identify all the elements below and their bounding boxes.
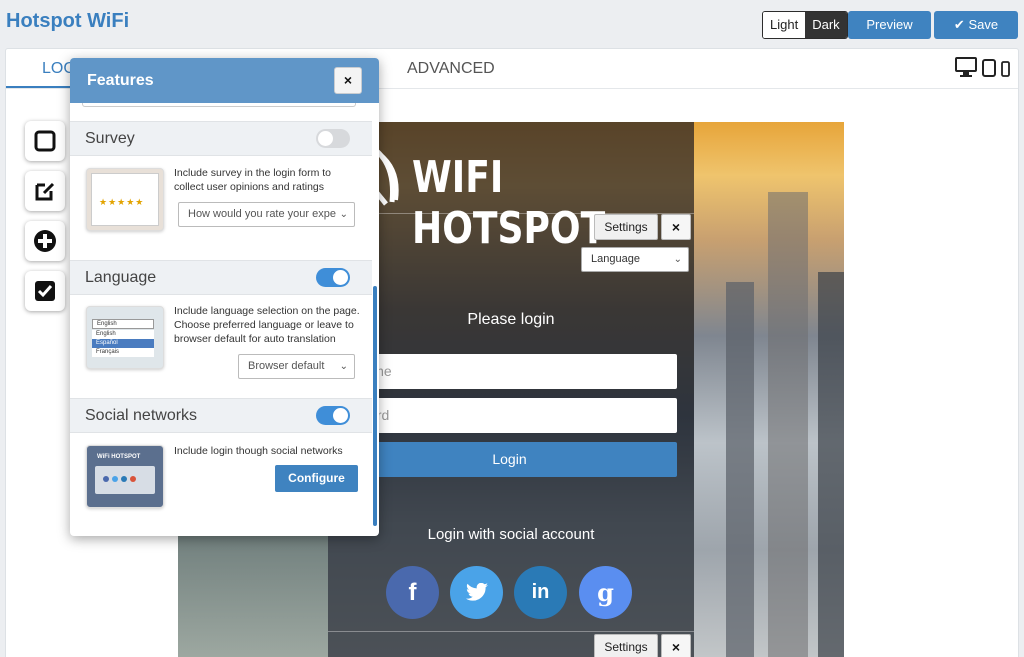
linkedin-icon: in bbox=[531, 581, 550, 603]
survey-description: Include survey in the login form to coll… bbox=[174, 167, 331, 193]
features-close-button[interactable]: × bbox=[334, 67, 362, 94]
social-close-button[interactable]: × bbox=[661, 634, 691, 657]
social-settings-button[interactable]: Settings bbox=[594, 634, 658, 657]
building-shape bbox=[726, 282, 754, 657]
previous-section-edge bbox=[82, 103, 356, 107]
facebook-login-button[interactable]: f bbox=[386, 566, 439, 619]
features-header: Features × bbox=[70, 58, 379, 103]
theme-dark-option[interactable]: Dark bbox=[805, 12, 847, 38]
chevron-down-icon: ⌄ bbox=[673, 254, 682, 265]
google-icon: g bbox=[597, 578, 614, 607]
twitter-login-button[interactable] bbox=[450, 566, 503, 619]
tablet-icon[interactable] bbox=[982, 59, 996, 77]
features-panel: Features × Survey ★★★★★ Include survey i… bbox=[70, 58, 379, 536]
logo-block: WIFI HOTSPOT bbox=[328, 134, 694, 254]
social-thumbnail: WiFi HOTSPOT bbox=[86, 445, 164, 508]
language-section-header: Language bbox=[70, 260, 372, 295]
login-card: WIFI HOTSPOT Settings × Language ⌄ Pleas… bbox=[328, 122, 694, 657]
google-login-button[interactable]: g bbox=[579, 566, 632, 619]
login-heading: Please login bbox=[467, 311, 555, 328]
social-heading: Login with social account bbox=[427, 526, 595, 543]
thumb-option: English bbox=[92, 330, 154, 339]
language-toggle[interactable] bbox=[316, 268, 350, 287]
linkedin-login-button[interactable]: in bbox=[514, 566, 567, 619]
language-select[interactable]: Language ⌄ bbox=[581, 247, 689, 272]
survey-select-value: How would you rate your expe bbox=[188, 208, 336, 220]
login-button[interactable]: Login bbox=[342, 442, 677, 477]
language-description: Include language selection on the page. … bbox=[174, 305, 360, 345]
desktop-icon[interactable] bbox=[955, 57, 977, 77]
social-networks-title: Social networks bbox=[85, 407, 198, 424]
logo-close-button[interactable]: × bbox=[661, 214, 691, 240]
app-title: Hotspot WiFi bbox=[6, 10, 130, 32]
phone-icon[interactable] bbox=[1001, 61, 1010, 77]
thumb-title: WiFi HOTSPOT bbox=[97, 454, 141, 460]
save-button[interactable]: ✔ Save bbox=[934, 11, 1018, 39]
twitter-icon bbox=[465, 582, 488, 601]
theme-toggle[interactable]: Light Dark bbox=[762, 11, 848, 39]
language-thumbnail: English English Español Français bbox=[86, 306, 164, 369]
survey-title: Survey bbox=[85, 130, 135, 147]
add-element-button[interactable] bbox=[25, 221, 65, 261]
stars-icon: ★★★★★ bbox=[99, 197, 145, 207]
survey-thumbnail: ★★★★★ bbox=[86, 168, 164, 231]
thumb-option: Français bbox=[92, 348, 154, 357]
building-shape bbox=[768, 192, 808, 657]
language-title: Language bbox=[85, 269, 157, 286]
tab-advanced[interactable]: ADVANCED bbox=[407, 60, 495, 78]
configure-button[interactable]: Configure bbox=[275, 465, 358, 492]
survey-toggle[interactable] bbox=[316, 129, 350, 148]
language-select-value: Browser default bbox=[248, 360, 325, 372]
plus-circle-icon bbox=[34, 230, 56, 252]
facebook-icon: f bbox=[408, 579, 417, 606]
checkbox-icon bbox=[35, 281, 55, 301]
features-button[interactable] bbox=[25, 271, 65, 311]
password-input[interactable]: sword bbox=[342, 398, 677, 433]
chevron-down-icon: ⌄ bbox=[336, 203, 348, 226]
active-tab-indicator bbox=[6, 86, 76, 88]
language-default-select[interactable]: Browser default ⌄ bbox=[238, 354, 355, 379]
preview-button[interactable]: Preview bbox=[848, 11, 931, 39]
survey-section-header: Survey bbox=[70, 121, 372, 156]
divider bbox=[328, 631, 694, 632]
username-input[interactable]: rname bbox=[342, 354, 677, 389]
social-description: Include login though social networks bbox=[174, 445, 343, 457]
survey-question-select[interactable]: How would you rate your expe ⌄ bbox=[178, 202, 355, 227]
logo-settings-button[interactable]: Settings bbox=[594, 214, 658, 240]
theme-light-option[interactable]: Light bbox=[763, 12, 806, 38]
add-block-button[interactable] bbox=[25, 121, 65, 161]
save-label: Save bbox=[968, 17, 999, 32]
check-icon: ✔ bbox=[953, 17, 965, 32]
building-shape bbox=[818, 272, 844, 657]
thumb-option: Español bbox=[92, 339, 154, 348]
scrollbar[interactable] bbox=[373, 286, 377, 526]
device-switcher bbox=[955, 57, 1010, 77]
social-networks-toggle[interactable] bbox=[316, 406, 350, 425]
language-select-value: Language bbox=[591, 253, 640, 265]
edit-icon bbox=[35, 182, 55, 201]
features-title: Features bbox=[87, 72, 154, 89]
chevron-down-icon: ⌄ bbox=[339, 361, 348, 372]
thumb-option: English bbox=[92, 319, 154, 329]
square-icon bbox=[34, 130, 56, 152]
edit-button[interactable] bbox=[25, 171, 65, 211]
social-section-header: Social networks bbox=[70, 398, 372, 433]
